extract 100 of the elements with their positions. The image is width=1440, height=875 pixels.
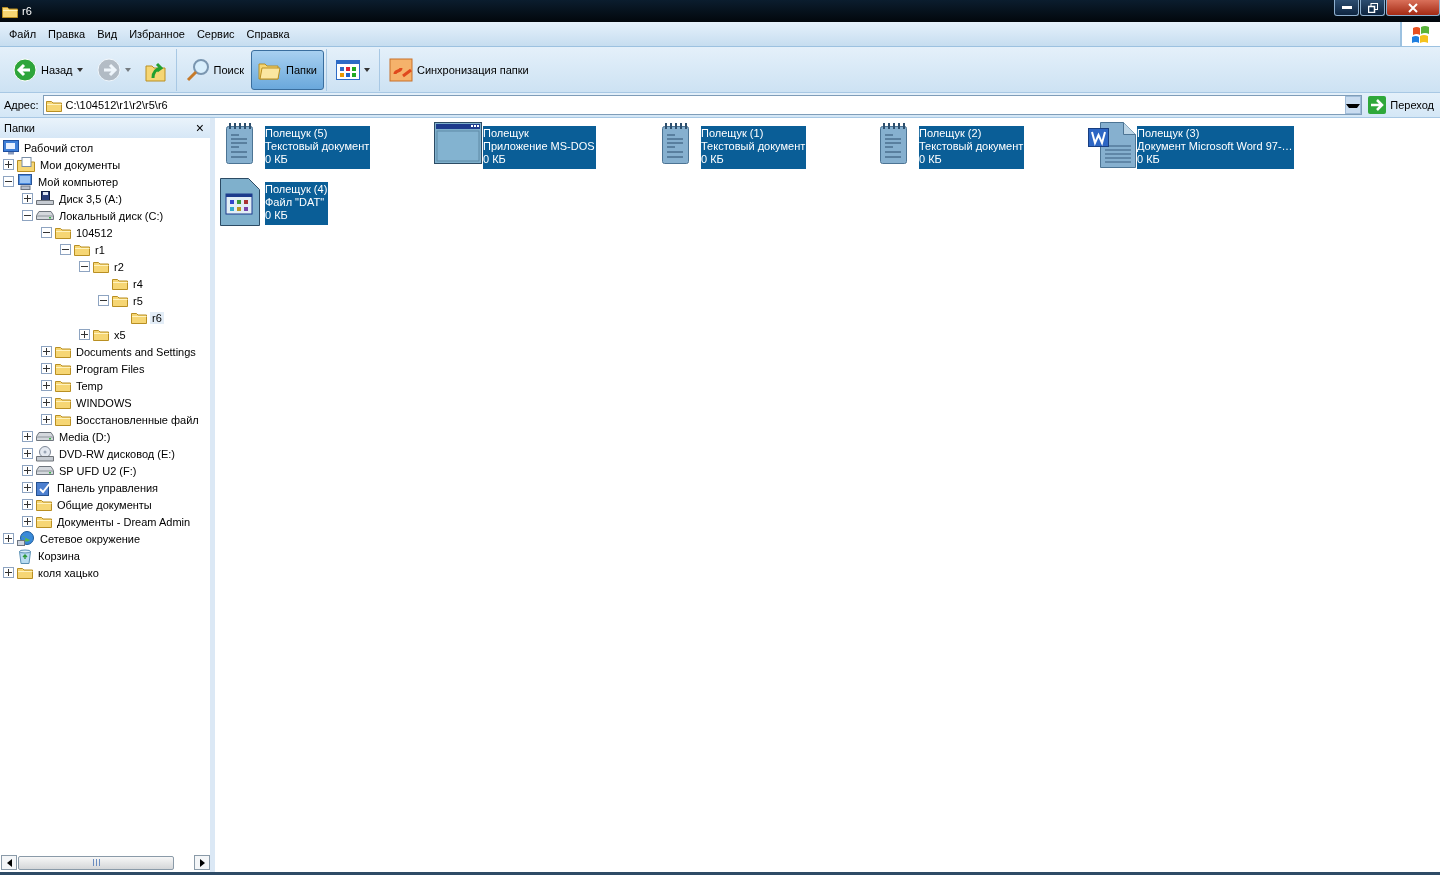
- sync-button[interactable]: Синхронизация папки: [381, 49, 536, 90]
- file-label[interactable]: Полещук (3) Документ Microsoft Word 97-… 0 КБ: [1137, 126, 1294, 169]
- plus-icon: [5, 535, 12, 542]
- folder-icon: [55, 362, 71, 375]
- minus-icon: [81, 263, 88, 270]
- go-button[interactable]: Переход: [1366, 94, 1440, 116]
- tree-item[interactable]: Панель управления: [55, 481, 161, 494]
- tree-item[interactable]: Корзина: [36, 549, 82, 562]
- menu-item[interactable]: Вид: [91, 28, 124, 40]
- expand-toggle[interactable]: [22, 448, 33, 459]
- close-pane-button[interactable]: ×: [195, 121, 204, 135]
- address-field[interactable]: C:\104512\r1\r2\r5\r6: [42, 95, 1363, 115]
- plus-icon: [43, 382, 50, 389]
- tree-item[interactable]: Мой компьютер: [36, 175, 121, 188]
- menu-item[interactable]: Файл: [3, 28, 43, 40]
- tree-item[interactable]: DVD-RW дисковод (E:): [57, 447, 177, 460]
- expand-toggle[interactable]: [41, 363, 52, 374]
- tree-item[interactable]: Документы - Dream Admin: [55, 515, 193, 528]
- expand-toggle[interactable]: [22, 516, 33, 527]
- tree-item[interactable]: r5: [131, 294, 145, 307]
- scroll-thumb[interactable]: [18, 855, 174, 870]
- expand-toggle[interactable]: [22, 193, 33, 204]
- plus-icon: [43, 416, 50, 423]
- dropdown-button[interactable]: [1345, 96, 1362, 114]
- drive-icon: [36, 465, 54, 476]
- file-label[interactable]: Полещук (2) Текстовый документ 0 КБ: [919, 126, 1025, 169]
- folder-icon: [45, 98, 62, 112]
- collapse-toggle[interactable]: [41, 227, 52, 238]
- expand-toggle[interactable]: [3, 567, 14, 578]
- minus-icon: [100, 297, 107, 304]
- expand-toggle[interactable]: [3, 159, 14, 170]
- minimize-button[interactable]: [1334, 0, 1359, 16]
- file-label[interactable]: Полещук (4) Файл "DAT" 0 КБ: [265, 182, 329, 225]
- tree-item[interactable]: Temp: [74, 379, 105, 392]
- expand-toggle[interactable]: [22, 465, 33, 476]
- tree-item[interactable]: Program Files: [74, 362, 147, 375]
- minimize-icon: [1341, 5, 1352, 10]
- plus-icon: [24, 501, 31, 508]
- collapse-toggle[interactable]: [60, 244, 71, 255]
- tree-item[interactable]: r1: [93, 243, 107, 256]
- data-file-icon: [220, 178, 260, 226]
- expand-toggle[interactable]: [22, 499, 33, 510]
- tree-item[interactable]: Рабочий стол: [22, 141, 96, 154]
- tree-item[interactable]: Media (D:): [57, 430, 113, 443]
- menu-item[interactable]: Сервис: [190, 28, 241, 40]
- tree-item[interactable]: Мои документы: [38, 158, 123, 171]
- expand-toggle[interactable]: [41, 397, 52, 408]
- expand-toggle[interactable]: [41, 346, 52, 357]
- folder-icon: [55, 396, 71, 409]
- network-globe-icon: [17, 530, 35, 547]
- address-label: Адрес:: [4, 99, 39, 111]
- restore-button[interactable]: [1360, 0, 1385, 16]
- expand-toggle[interactable]: [22, 431, 33, 442]
- folder-icon: [55, 379, 71, 392]
- collapse-toggle[interactable]: [98, 295, 109, 306]
- folders-button[interactable]: Папки: [251, 49, 324, 90]
- collapse-toggle[interactable]: [22, 210, 33, 221]
- search-icon: [185, 57, 210, 82]
- tree-item[interactable]: r6: [150, 311, 164, 324]
- file-label[interactable]: Полещук Приложение MS-DOS 0 КБ: [483, 126, 596, 169]
- expand-toggle[interactable]: [79, 329, 90, 340]
- tree-item[interactable]: x5: [112, 328, 128, 341]
- collapse-toggle[interactable]: [3, 176, 14, 187]
- pane-title: Папки: [4, 122, 35, 134]
- horizontal-scrollbar[interactable]: [1, 855, 210, 870]
- tree-item[interactable]: Восстановленные файл: [74, 413, 201, 426]
- back-button[interactable]: Назад: [6, 49, 90, 90]
- tree-item[interactable]: Диск 3,5 (A:): [57, 192, 125, 205]
- minus-icon: [24, 212, 31, 219]
- folder-icon: [74, 243, 90, 256]
- search-button[interactable]: Поиск: [178, 49, 251, 90]
- close-button[interactable]: [1386, 0, 1440, 16]
- tree-item[interactable]: Общие документы: [55, 498, 154, 511]
- expand-toggle[interactable]: [41, 414, 52, 425]
- tree-item[interactable]: r2: [112, 260, 126, 273]
- minus-icon: [5, 178, 12, 185]
- views-grid-icon: [335, 59, 360, 80]
- menu-item[interactable]: Справка: [240, 28, 296, 40]
- tree-item[interactable]: Локальный диск (C:): [57, 209, 166, 222]
- tree-item[interactable]: WINDOWS: [74, 396, 134, 409]
- window-title: r6: [22, 5, 33, 17]
- left-arrow-icon[interactable]: [6, 858, 12, 867]
- tree-item[interactable]: r4: [131, 277, 145, 290]
- tree-item[interactable]: коля хацько: [36, 566, 101, 579]
- right-arrow-icon[interactable]: [199, 858, 205, 867]
- drive-icon: [36, 210, 54, 221]
- menu-item[interactable]: Избранное: [123, 28, 191, 40]
- tree-item[interactable]: 104512: [74, 226, 115, 239]
- word-document-icon: [1088, 122, 1136, 168]
- file-label[interactable]: Полещук (1) Текстовый документ 0 КБ: [701, 126, 807, 169]
- tree-item[interactable]: Documents and Settings: [74, 345, 198, 358]
- collapse-toggle[interactable]: [79, 261, 90, 272]
- tree-item[interactable]: SP UFD U2 (F:): [57, 464, 139, 477]
- expand-toggle[interactable]: [41, 380, 52, 391]
- expand-toggle[interactable]: [3, 533, 14, 544]
- expand-toggle[interactable]: [22, 482, 33, 493]
- file-label[interactable]: Полещук (5) Текстовый документ 0 КБ: [265, 126, 371, 169]
- menu-item[interactable]: Правка: [42, 28, 92, 40]
- plus-icon: [24, 433, 31, 440]
- tree-item[interactable]: Сетевое окружение: [38, 532, 143, 545]
